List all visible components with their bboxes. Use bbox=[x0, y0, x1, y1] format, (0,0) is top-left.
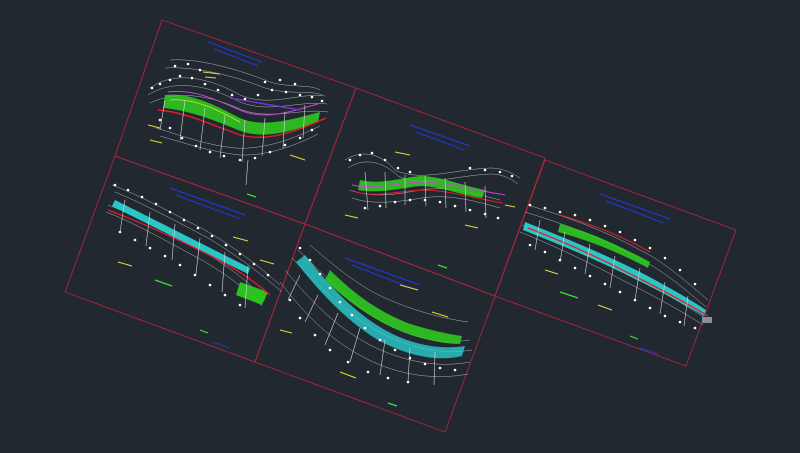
sheet-top-center bbox=[344, 124, 521, 269]
scale-label bbox=[246, 193, 257, 198]
sheet-border-bottom-left[interactable] bbox=[64, 155, 306, 363]
scale-label bbox=[629, 335, 639, 340]
scale-label bbox=[437, 264, 448, 269]
sheet-title bbox=[409, 124, 471, 151]
sheet-title bbox=[344, 257, 421, 290]
scale-label bbox=[199, 329, 209, 334]
sheet-border-top-center[interactable] bbox=[304, 87, 546, 297]
sheet-title bbox=[599, 193, 671, 224]
fill-area bbox=[112, 200, 250, 274]
annotation-labels bbox=[544, 269, 613, 311]
cad-model-viewport[interactable] bbox=[0, 0, 800, 453]
scale-label bbox=[387, 402, 398, 407]
area-label bbox=[559, 291, 579, 299]
sheet-top-left bbox=[147, 41, 329, 198]
sheet-title bbox=[169, 187, 246, 220]
fill-area bbox=[523, 222, 706, 316]
area-label bbox=[154, 279, 173, 287]
river-line bbox=[107, 209, 271, 296]
sheet-bottom-left bbox=[105, 183, 283, 349]
sheet-right bbox=[519, 193, 712, 355]
sheet-edge-marker bbox=[702, 317, 712, 323]
drawing-canvas[interactable] bbox=[0, 0, 800, 453]
